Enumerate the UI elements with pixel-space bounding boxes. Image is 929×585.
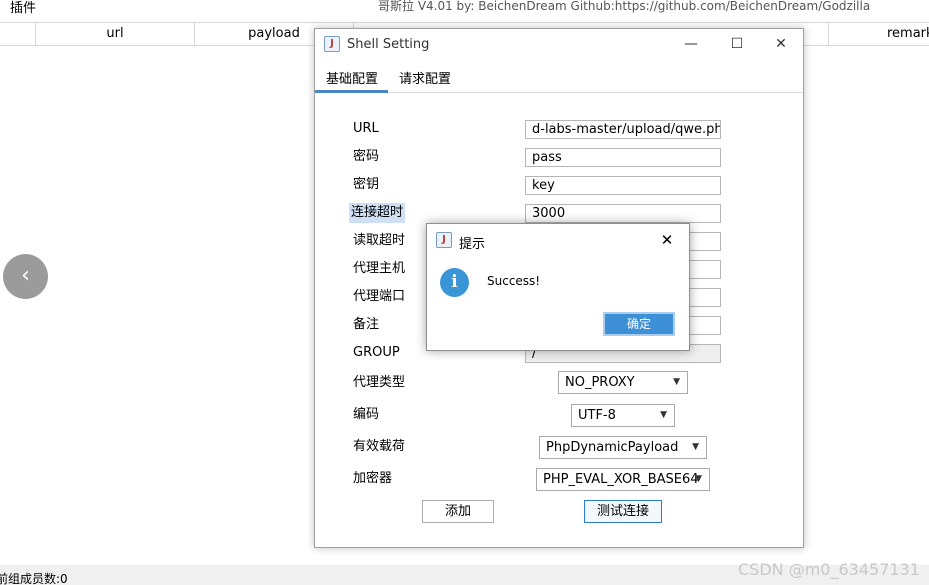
tab-basic-config[interactable]: 基础配置 [326,68,378,87]
tab-bar: 基础配置 请求配置 [315,59,803,93]
dialog-title: 提示 [459,237,486,252]
group-label: GROUP [353,345,400,360]
cryption-label: 加密器 [353,471,393,486]
payload-value: PhpDynamicPayload [546,440,679,455]
encoding-value: UTF-8 [578,408,616,423]
maximize-button[interactable]: ☐ [723,34,751,54]
proxy-host-label: 代理主机 [353,261,406,276]
read-timeout-label: 读取超时 [353,233,406,248]
cryption-value: PHP_EVAL_XOR_BASE64 [543,472,699,487]
tab-request-config[interactable]: 请求配置 [399,68,451,87]
payload-select[interactable]: PhpDynamicPayload ▼ [539,436,707,459]
dialog-close-button[interactable]: ✕ [655,230,679,250]
cryption-select[interactable]: PHP_EVAL_XOR_BASE64 ▼ [536,468,710,491]
chevron-left-icon: ‹ [21,263,30,288]
column-remark[interactable]: remark [829,23,929,45]
url-field[interactable]: d-labs-master/upload/qwe.php [525,120,721,139]
dialog-body: i Success! 确定 [427,256,689,350]
url-label: URL [353,121,379,136]
connect-timeout-label: 连接超时 [349,203,406,223]
ok-button[interactable]: 确定 [603,312,675,336]
menu-bar: 插件 哥斯拉 V4.01 by: BeichenDream Github:htt… [0,0,929,18]
window-titlebar[interactable]: J Shell Setting — ☐ ✕ [315,29,803,59]
test-connection-button[interactable]: 测试连接 [584,500,662,523]
close-button[interactable]: ✕ [767,34,795,54]
proxy-port-label: 代理端口 [353,289,406,304]
app-title: 哥斯拉 V4.01 by: BeichenDream Github:https:… [378,0,871,13]
window-title: Shell Setting [347,37,430,52]
proxy-type-label: 代理类型 [353,375,406,390]
info-icon: i [440,268,469,297]
encoding-select[interactable]: UTF-8 ▼ [571,404,675,427]
column-url[interactable]: url [36,23,195,45]
dialog-message: Success! [487,274,541,288]
remark-label: 备注 [353,317,380,332]
chevron-down-icon: ▼ [692,442,699,452]
encoding-label: 编码 [353,407,380,422]
key-field[interactable]: key [525,176,721,195]
add-button[interactable]: 添加 [422,500,494,523]
table-header-blank [0,23,36,45]
password-label: 密码 [353,149,380,164]
java-icon: J [436,232,452,248]
message-dialog: J 提示 ✕ i Success! 确定 [426,223,690,351]
key-label: 密钥 [353,177,380,192]
proxy-type-select[interactable]: NO_PROXY ▼ [558,371,688,394]
chevron-down-icon: ▼ [660,410,667,420]
group-member-count: 前组成员数:0 [0,572,68,585]
java-icon: J [324,36,340,52]
chevron-down-icon: ▼ [695,474,702,484]
csdn-watermark: CSDN @m0_63457131 [738,560,920,579]
payload-label: 有效载荷 [353,439,406,454]
minimize-button[interactable]: — [677,34,705,54]
dialog-titlebar[interactable]: J 提示 ✕ [427,224,689,256]
password-field[interactable]: pass [525,148,721,167]
back-button[interactable]: ‹ [3,254,48,299]
connect-timeout-field[interactable]: 3000 [525,204,721,223]
proxy-type-value: NO_PROXY [565,375,635,390]
chevron-down-icon: ▼ [673,377,680,387]
menu-plugin[interactable]: 插件 [10,0,36,16]
